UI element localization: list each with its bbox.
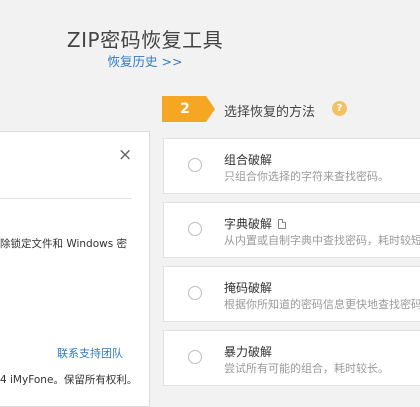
option-card-combination[interactable]: 组合破解 只组合你选择的字符来查找密码。 — [163, 138, 420, 194]
step-number: 2 — [180, 101, 190, 117]
option-card-dictionary[interactable]: 字典破解 从内置或自制字典中查找密码，耗时较短 — [163, 202, 420, 258]
dialog-panel — [0, 131, 150, 407]
document-icon — [278, 219, 287, 229]
dialog-body-text: 除锁定文件和 Windows 密 — [0, 238, 128, 250]
option-title: 组合破解 — [224, 153, 273, 167]
step-title: 选择恢复的方法 — [224, 105, 316, 120]
copyright-text: 4 iMyFone。保留所有权利。 — [0, 374, 138, 386]
step-badge: 2 — [162, 96, 216, 122]
option-title: 字典破解 — [224, 217, 273, 231]
app-title: ZIP密码恢复工具 — [66, 28, 224, 52]
option-title: 暴力破解 — [224, 345, 273, 359]
radio-button[interactable] — [188, 286, 202, 300]
radio-button[interactable] — [188, 222, 202, 236]
option-card-mask[interactable]: 掩码破解 根据你所知道的密码信息更快地查找密码 — [163, 266, 420, 322]
contact-support-link[interactable]: 联系支持团队 — [57, 345, 123, 361]
recovery-history-link[interactable]: 恢复历史 >> — [0, 51, 290, 70]
option-description: 从内置或自制字典中查找密码，耗时较短 — [224, 234, 420, 247]
option-title: 掩码破解 — [224, 281, 273, 295]
option-card-brute-force[interactable]: 暴力破解 尝试所有可能的组合，耗时较长。 — [163, 330, 420, 386]
option-description: 尝试所有可能的组合，耗时较长。 — [224, 362, 389, 375]
option-description: 只组合你选择的字符来查找密码。 — [224, 170, 389, 183]
radio-button[interactable] — [188, 158, 202, 172]
radio-button[interactable] — [188, 350, 202, 364]
dialog-divider — [0, 198, 132, 199]
option-title-row: 字典破解 — [224, 215, 287, 232]
option-description: 根据你所知道的密码信息更快地查找密码 — [224, 298, 420, 311]
help-icon[interactable]: ? — [332, 101, 347, 116]
close-icon[interactable]: × — [118, 147, 132, 164]
